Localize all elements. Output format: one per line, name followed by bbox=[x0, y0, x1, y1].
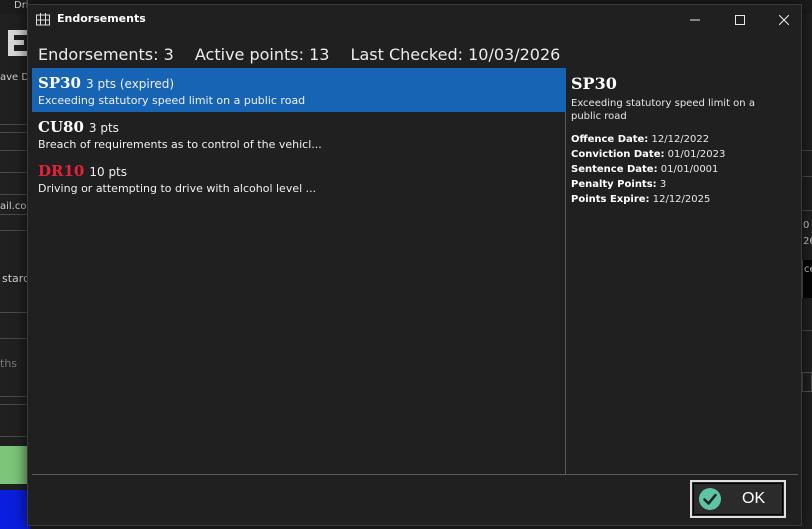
endorsements-list[interactable]: SP30 3 pts (expired) Exceeding statutory… bbox=[32, 68, 566, 474]
minimize-icon bbox=[690, 19, 700, 20]
close-button[interactable] bbox=[762, 5, 806, 34]
list-item-cu80[interactable]: CU80 3 pts Breach of requirements as to … bbox=[32, 112, 566, 156]
endorsement-code: SP30 bbox=[38, 74, 81, 92]
endorsement-description: Breach of requirements as to control of … bbox=[38, 138, 322, 151]
details-description: Exceeding statutory speed limit on a pub… bbox=[571, 98, 755, 122]
endorsement-code: CU80 bbox=[38, 118, 84, 136]
dialog-title: Endorsements bbox=[57, 12, 146, 25]
window-grid-icon bbox=[36, 13, 50, 26]
endorsement-details-panel: SP30 Exceeding statutory speed limit on … bbox=[571, 74, 796, 207]
endorsements-dialog: Endorsements Endorsements: 3 Active poin… bbox=[27, 4, 802, 526]
maximize-icon bbox=[735, 14, 745, 25]
background-standard-label: stard bbox=[2, 272, 31, 285]
background-blue-button bbox=[0, 490, 30, 529]
background-green-button bbox=[0, 446, 30, 484]
endorsement-points: 3 pts (expired) bbox=[86, 77, 175, 91]
endorsement-description: Exceeding statutory speed limit on a pub… bbox=[38, 94, 306, 107]
list-item-dr10[interactable]: DR10 10 pts Driving or attempting to dri… bbox=[32, 156, 566, 200]
ok-button[interactable]: OK bbox=[690, 480, 786, 518]
details-offence-date: Offence Date: 12/12/2022 bbox=[571, 134, 710, 145]
details-penalty-points: Penalty Points: 3 bbox=[571, 179, 667, 190]
maximize-button[interactable] bbox=[718, 5, 762, 34]
checkmark-circle-icon bbox=[699, 488, 721, 510]
close-icon bbox=[779, 14, 789, 25]
details-points-expire: Points Expire: 12/12/2025 bbox=[571, 194, 711, 205]
background-dark-field: ce bbox=[802, 260, 812, 298]
details-sentence-date: Sentence Date: 01/01/0001 bbox=[571, 164, 719, 175]
endorsement-points: 3 pts bbox=[88, 121, 119, 135]
background-square-control bbox=[802, 372, 812, 392]
background-months-label: ths bbox=[0, 357, 18, 370]
active-points: Active points: 13 bbox=[194, 45, 330, 64]
endorsements-summary: Endorsements: 3 Active points: 13 Last C… bbox=[38, 45, 576, 64]
endorsements-count: Endorsements: 3 bbox=[38, 45, 174, 64]
endorsement-points: 10 pts bbox=[89, 165, 128, 179]
ok-button-label: OK bbox=[742, 490, 766, 507]
details-conviction-date: Conviction Date: 01/01/2023 bbox=[571, 149, 726, 160]
last-checked: Last Checked: 10/03/2026 bbox=[350, 45, 561, 64]
endorsement-code: DR10 bbox=[38, 162, 85, 180]
minimize-button[interactable] bbox=[673, 5, 717, 34]
footer-divider bbox=[32, 474, 798, 475]
background-save-label: ave D bbox=[0, 72, 30, 83]
list-item-sp30[interactable]: SP30 3 pts (expired) Exceeding statutory… bbox=[32, 68, 566, 112]
endorsement-description: Driving or attempting to drive with alco… bbox=[38, 182, 317, 195]
details-code: SP30 bbox=[571, 74, 617, 93]
dialog-title-bar[interactable]: Endorsements bbox=[28, 5, 801, 34]
